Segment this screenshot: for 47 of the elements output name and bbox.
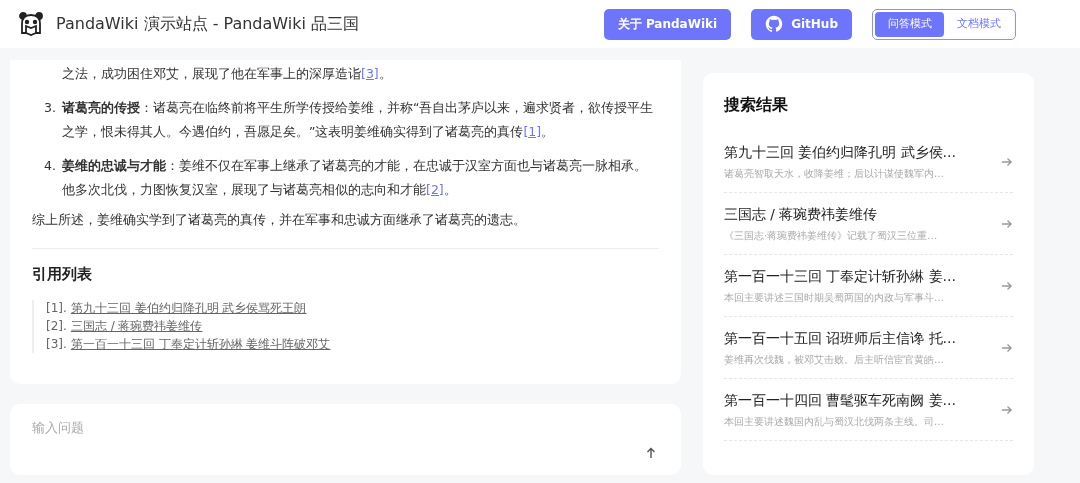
result-snippet: 本回主要讲述魏国内乱与蜀汉北伐两条主线。司… [724,414,945,429]
summary-text: 综上所述，姜维确实学到了诸葛亮的真传，并在军事和忠诚方面继承了诸葛亮的遗志。 [32,211,527,229]
citation-link[interactable]: [1] [523,124,542,139]
answer-paragraph: 诸葛亮的传授：诸葛亮在临终前将平生所学传授给姜维，并称“吾自出茅庐以来，遍求贤者，欲传授平生之学，恨未得其人。今遇伯约，吾愿足矣。”这表明姜维确实得到了诸葛亮的真传[1]。 [62,99,655,141]
result-title: 第一百一十三回 丁奉定计斩孙綝 姜… [724,267,958,287]
search-result-item[interactable]: 第一百一十三回 丁奉定计斩孙綝 姜… 本回主要讲述三国时期吴蜀两国的内政与军事斗… [724,255,1013,317]
mode-tab[interactable]: 问答模式 [875,11,944,37]
result-title: 三国志 / 蒋琬费祎姜维传 [724,205,879,225]
references-heading: 引用列表 [32,264,93,285]
reference-link[interactable]: 第一百一十三回 丁奉定计斩孙綝 姜维斗阵破邓艾 [70,335,331,353]
search-result-item[interactable]: 第一百一十四回 曹髦驱车死南阙 姜… 本回主要讲述魏国内乱与蜀汉北伐两条主线。司… [724,379,1013,441]
github-button[interactable]: GitHub [751,8,852,40]
result-title: 第一百一十五回 诏班师后主信谗 托… [724,329,958,349]
site-title: PandaWiki 演示站点 - PandaWiki 品三国 [56,13,360,35]
search-results-heading: 搜索结果 [724,94,789,116]
about-button[interactable]: 关于 PandaWiki [603,8,732,40]
arrow-right-icon [1001,279,1013,292]
result-snippet: 《三国志·蒋琬费祎姜维传》记载了蜀汉三位重… [724,228,939,243]
citation-link[interactable]: [3] [361,66,379,81]
answer-paragraph: 之法，成功困住邓艾，展现了他在军事上的深厚造诣[3]。 [62,65,393,83]
arrow-up-icon [645,447,657,459]
reference-index: [3]. [46,335,67,353]
search-result-item[interactable]: 三国志 / 蒋琬费祎姜维传 《三国志·蒋琬费祎姜维传》记载了蜀汉三位重… [724,193,1013,255]
arrow-right-icon [1001,341,1013,354]
search-result-item[interactable]: 第一百一十五回 诏班师后主信谗 托… 姜维再次伐魏，被邓艾击败。后主听信宦官黄皓… [724,317,1013,379]
list-number: 3. [43,99,57,117]
search-result-item[interactable]: 第九十三回 姜伯约归降孔明 武乡侯… 诸葛亮智取天水，收降姜维；后以计谋使魏军内… [724,131,1013,193]
reference-link[interactable]: 第九十三回 姜伯约归降孔明 武乡侯骂死王朗 [70,299,307,317]
arrow-right-icon [1001,155,1013,168]
result-snippet: 本回主要讲述三国时期吴蜀两国的内政与军事斗… [724,290,945,305]
result-snippet: 诸葛亮智取天水，收降姜维；后以计谋使魏军内… [724,166,945,181]
arrow-right-icon [1001,217,1013,230]
citation-link[interactable]: [2] [426,182,444,197]
arrow-right-icon [1001,403,1013,416]
mode-tab[interactable]: 文档模式 [944,11,1013,37]
panda-logo-icon [18,11,44,37]
answer-paragraph: 姜维的忠诚与才能：姜维不仅在军事上继承了诸葛亮的才能，在忠诚于汉室方面也与诸葛亮一脉相承。他多次北伐，力图恢复汉室，展现了与诸葛亮相似的志向和才能[2]。 [62,157,648,199]
reference-index: [2]. [46,317,67,335]
result-title: 第一百一十四回 曹髦驱车死南阙 姜… [724,391,958,411]
reference-link[interactable]: 三国志 / 蒋琬费祎姜维传 [70,317,203,335]
result-title: 第九十三回 姜伯约归降孔明 武乡侯… [724,143,958,163]
result-snippet: 姜维再次伐魏，被邓艾击败。后主听信宦官黄皓… [724,352,945,367]
question-input[interactable]: 输入问题 [10,404,681,475]
github-icon [765,15,784,33]
send-button[interactable] [645,447,657,459]
list-number: 4. [43,157,57,175]
reference-index: [1]. [46,299,67,317]
